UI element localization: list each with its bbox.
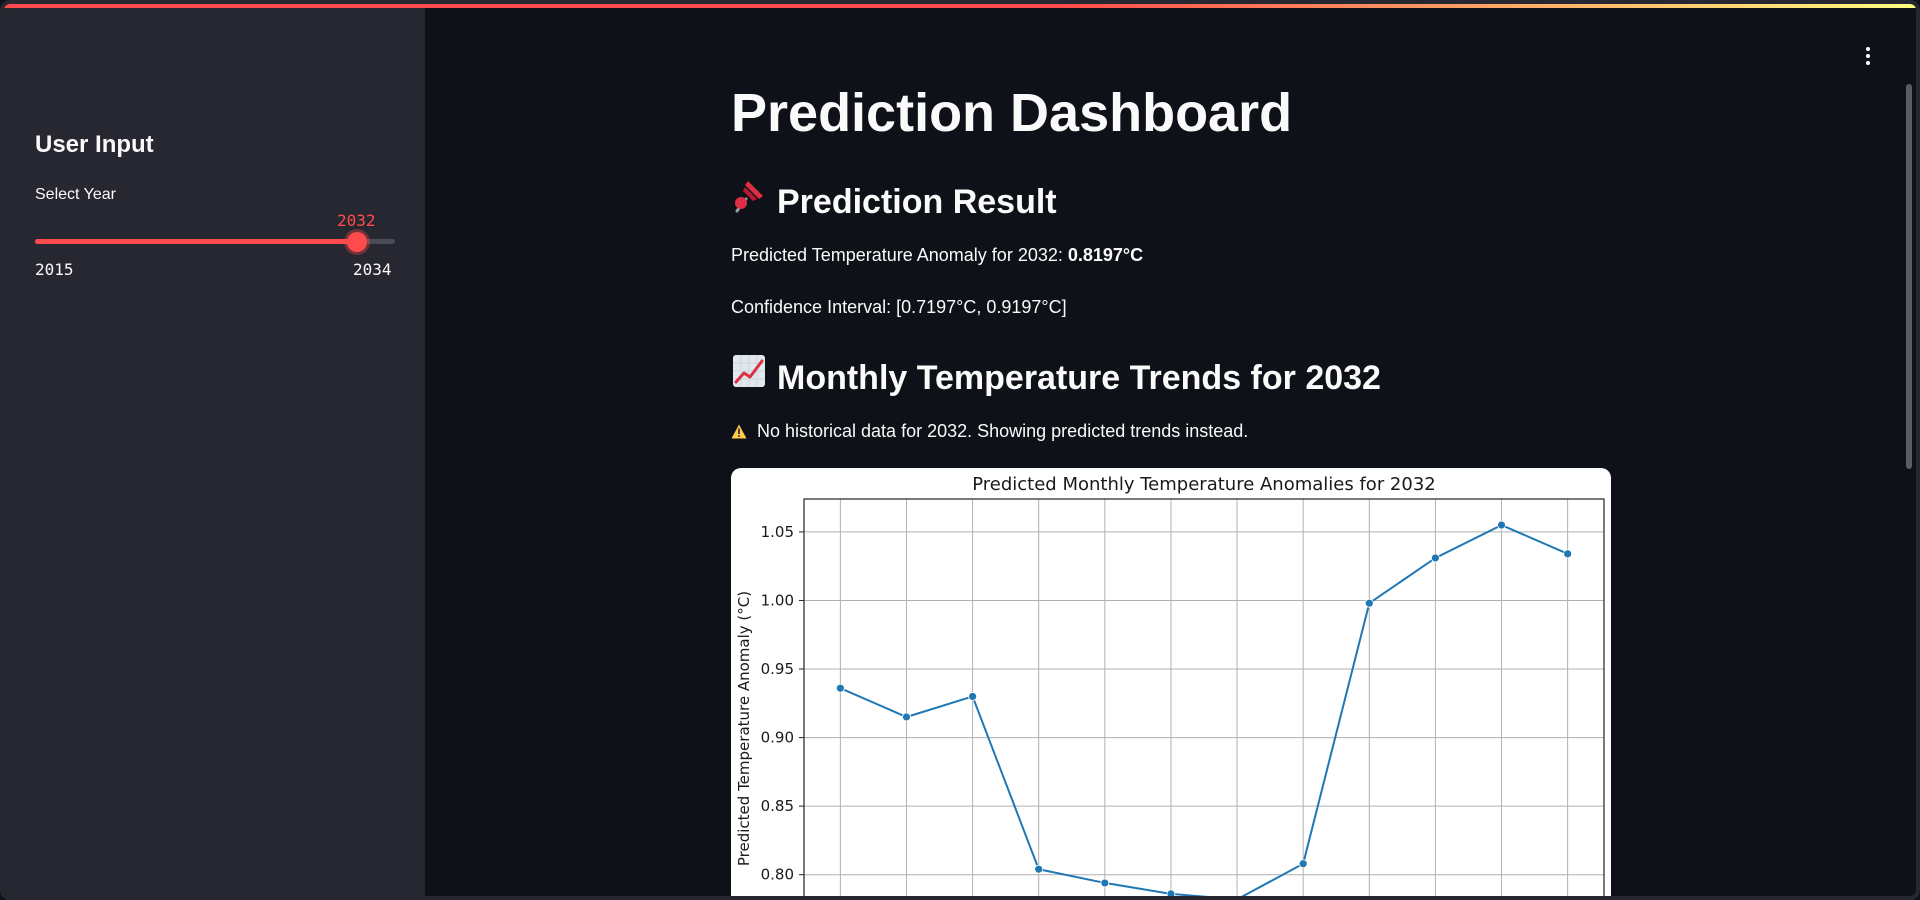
- prediction-value: 0.8197°C: [1067, 245, 1144, 265]
- pushpin-icon: [731, 177, 767, 222]
- year-slider-max: 2034: [353, 260, 392, 279]
- y-tick-label: 0.80: [761, 866, 794, 884]
- data-point: [835, 683, 845, 693]
- menu-dot: [1866, 61, 1870, 65]
- year-slider-min: 2015: [35, 260, 74, 279]
- trends-heading-text: Monthly Temperature Trends for 2032: [777, 359, 1381, 397]
- y-tick-label: 0.90: [761, 729, 794, 747]
- page-title: Prediction Dashboard: [731, 83, 1293, 143]
- y-tick-label: 1.00: [761, 591, 794, 609]
- line-chart: Predicted Monthly Temperature Anomalies …: [735, 474, 1605, 896]
- prediction-line: Predicted Temperature Anomaly for 2032: …: [731, 245, 1143, 266]
- top-accent-bar: [4, 4, 1916, 8]
- chart-card: Predicted Monthly Temperature Anomalies …: [731, 468, 1611, 896]
- y-axis-label: Predicted Temperature Anomaly (°C): [735, 591, 753, 866]
- data-point: [1034, 864, 1044, 874]
- y-tick-label: 1.05: [761, 523, 794, 541]
- sidebar-title: User Input: [35, 131, 154, 158]
- chart-increasing-icon: [731, 353, 767, 398]
- prediction-heading: Prediction Result: [731, 177, 1057, 222]
- year-slider-track[interactable]: [35, 232, 395, 252]
- chart-title: Predicted Monthly Temperature Anomalies …: [972, 474, 1436, 495]
- menu-dot: [1866, 47, 1870, 51]
- data-point: [1298, 859, 1308, 869]
- data-point: [1563, 549, 1573, 559]
- plot-frame: [803, 498, 1605, 896]
- app-window: User Input Select Year 2032 2015 2034 Pr…: [0, 0, 1920, 900]
- data-point: [1166, 889, 1176, 896]
- menu-dot: [1866, 54, 1870, 58]
- main-menu-button[interactable]: [1856, 44, 1880, 68]
- data-point: [1100, 878, 1110, 888]
- y-tick-label: 0.95: [761, 660, 794, 678]
- trends-heading: Monthly Temperature Trends for 2032: [731, 353, 1381, 398]
- year-slider-fill: [35, 239, 358, 244]
- year-slider-thumb[interactable]: [347, 232, 368, 252]
- year-slider-label: Select Year: [35, 186, 116, 203]
- warning-alert: No historical data for 2032. Showing pre…: [731, 421, 1248, 442]
- confidence-interval: Confidence Interval: [0.7197°C, 0.9197°C…: [731, 297, 1067, 317]
- warning-text: No historical data for 2032. Showing pre…: [757, 421, 1249, 441]
- data-point: [1497, 520, 1506, 530]
- prediction-prefix: Predicted Temperature Anomaly for 2032:: [731, 245, 1063, 265]
- y-tick-label: 0.85: [761, 797, 794, 815]
- scrollbar[interactable]: [1906, 84, 1912, 469]
- sidebar: User Input Select Year 2032 2015 2034: [4, 4, 425, 896]
- data-point: [1431, 553, 1440, 563]
- series-line: [839, 523, 1569, 896]
- prediction-heading-text: Prediction Result: [777, 183, 1057, 221]
- warning-icon: [731, 424, 747, 439]
- data-point: [902, 712, 911, 722]
- data-point: [1234, 894, 1240, 896]
- data-point: [1364, 598, 1374, 608]
- data-point: [968, 692, 977, 701]
- year-slider-value: 2032: [337, 211, 376, 230]
